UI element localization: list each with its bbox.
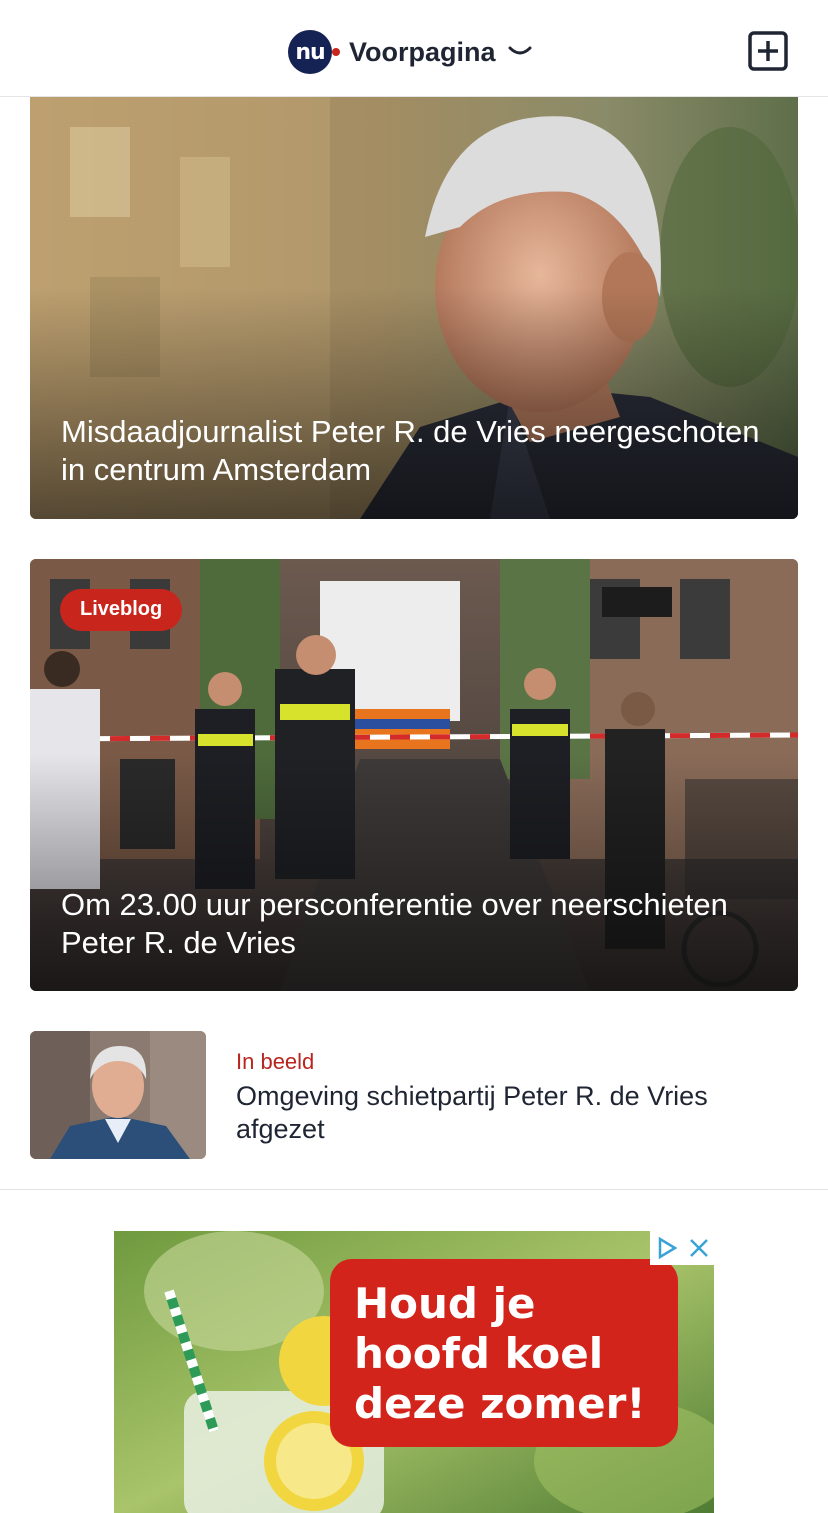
article-thumbnail <box>30 1031 206 1159</box>
add-icon[interactable] <box>748 31 788 71</box>
advertisement[interactable]: Houd je hoofd koel deze zomer! <box>114 1231 714 1513</box>
nu-logo: nu <box>288 30 340 74</box>
ad-line: Houd je <box>354 1279 536 1328</box>
ad-headline: Houd je hoofd koel deze zomer! <box>354 1279 674 1429</box>
logo-text: nu <box>295 39 325 65</box>
hero-article-card[interactable]: Liveblog Om 23.00 uur persconferentie ov… <box>30 559 798 991</box>
section-title[interactable]: Voorpagina <box>349 37 496 68</box>
liveblog-badge: Liveblog <box>60 589 183 631</box>
divider <box>0 1189 828 1190</box>
article-title[interactable]: Om 23.00 uur persconferentie over neersc… <box>61 886 768 962</box>
top-bar: nu Voorpagina <box>0 0 828 97</box>
ad-choices[interactable] <box>650 1231 714 1265</box>
logo-dot <box>332 48 340 56</box>
ad-line: hoofd koel <box>354 1329 604 1378</box>
article-kicker: In beeld <box>236 1049 315 1074</box>
chevron-down-icon[interactable] <box>508 46 532 58</box>
adchoices-icon[interactable] <box>655 1236 679 1260</box>
list-item[interactable]: In beeld Omgeving schietpartij Peter R. … <box>30 1031 798 1159</box>
hero-article-card[interactable]: Misdaadjournalist Peter R. de Vries neer… <box>30 97 798 519</box>
close-icon[interactable] <box>688 1237 710 1259</box>
ad-line: deze zomer! <box>354 1379 646 1428</box>
section-switcher[interactable]: nu Voorpagina <box>288 30 532 74</box>
article-title[interactable]: Misdaadjournalist Peter R. de Vries neer… <box>61 413 768 489</box>
article-title[interactable]: Omgeving schietpartij Peter R. de Vries … <box>236 1080 796 1146</box>
